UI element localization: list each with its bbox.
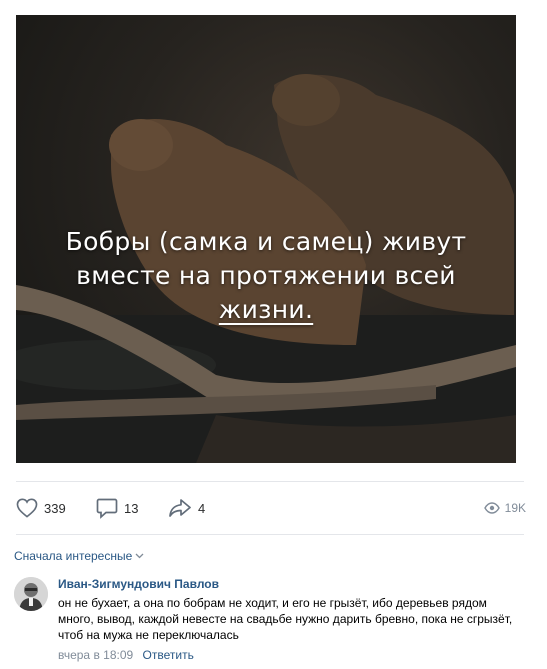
caption-line-2: вместе на протяжении всей bbox=[76, 261, 456, 290]
share-button[interactable]: 4 bbox=[168, 494, 205, 522]
eye-icon bbox=[483, 502, 500, 514]
avatar[interactable] bbox=[14, 577, 48, 611]
avatar-image bbox=[14, 577, 48, 611]
reply-button[interactable]: Ответить bbox=[143, 648, 194, 662]
post-image[interactable]: Бобры (самка и самец) живут вместе на пр… bbox=[16, 15, 516, 463]
caption-line-3: жизни. bbox=[218, 295, 314, 324]
share-count: 4 bbox=[198, 500, 206, 516]
post-caption: Бобры (самка и самец) живут вместе на пр… bbox=[16, 225, 516, 327]
heart-icon bbox=[16, 498, 38, 518]
comment-icon bbox=[96, 498, 118, 519]
post-actions: 339 13 4 19K bbox=[16, 494, 526, 522]
comment-meta: вчера в 18:09 Ответить bbox=[58, 648, 194, 662]
like-button[interactable]: 339 bbox=[16, 494, 66, 522]
comment-time[interactable]: вчера в 18:09 bbox=[58, 648, 133, 662]
comment-count: 13 bbox=[124, 500, 139, 516]
comments-sort-dropdown[interactable]: Сначала интересные bbox=[14, 549, 144, 563]
views-counter: 19K bbox=[483, 494, 526, 522]
sort-label: Сначала интересные bbox=[14, 549, 133, 563]
divider bbox=[16, 534, 524, 535]
like-count: 339 bbox=[44, 500, 66, 516]
comment-text: он не бухает, а она по бобрам не ходит, … bbox=[58, 596, 513, 642]
comment-author[interactable]: Иван-Зигмундович Павлов bbox=[58, 577, 219, 591]
share-icon bbox=[169, 499, 191, 517]
caption-line-1: Бобры (самка и самец) живут bbox=[65, 227, 467, 256]
views-count: 19K bbox=[504, 501, 526, 515]
chevron-down-icon bbox=[135, 553, 144, 559]
comment-button[interactable]: 13 bbox=[96, 494, 138, 522]
divider bbox=[16, 481, 524, 482]
